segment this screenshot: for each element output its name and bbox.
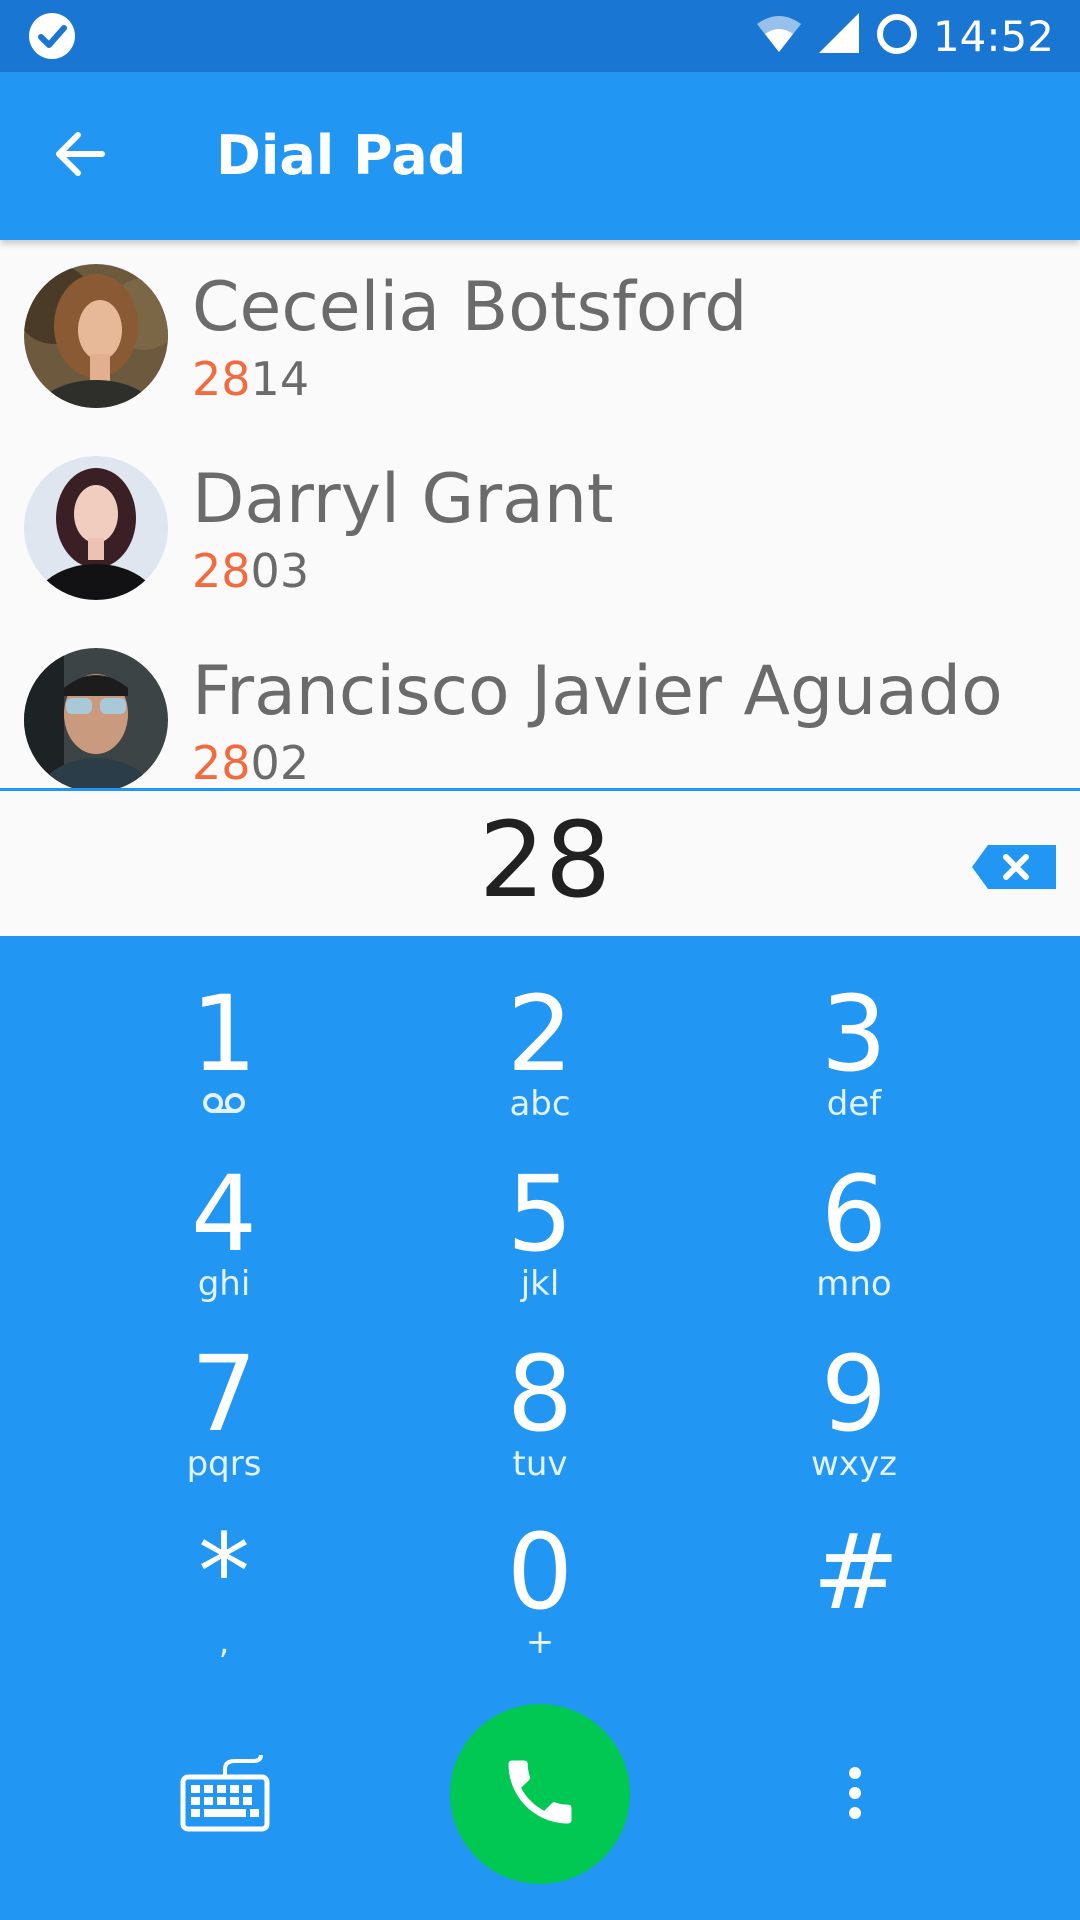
dial-key-6[interactable]: 6 mno bbox=[734, 1158, 974, 1328]
contact-number: 2803 bbox=[192, 544, 309, 598]
contact-name: Francisco Javier Aguado bbox=[192, 652, 1003, 731]
number-match: 28 bbox=[192, 544, 251, 598]
contact-suggestions-list: Cecelia Botsford 2814 Darryl Grant 2803 bbox=[0, 240, 1080, 788]
avatar bbox=[24, 264, 168, 408]
ring-icon bbox=[875, 12, 919, 61]
dial-key-1[interactable]: 1 bbox=[104, 978, 344, 1148]
avatar bbox=[24, 456, 168, 600]
phone-icon bbox=[498, 1750, 582, 1839]
dial-key-star[interactable]: * , bbox=[104, 1516, 344, 1686]
keyboard-icon bbox=[179, 1753, 271, 1838]
more-vert-icon bbox=[845, 1765, 865, 1826]
backspace-icon bbox=[972, 845, 1056, 893]
number-rest: 14 bbox=[250, 352, 310, 406]
contact-number: 2802 bbox=[192, 736, 309, 788]
key-digit: 7 bbox=[190, 1333, 258, 1455]
key-digit: 0 bbox=[506, 1511, 574, 1633]
page-title: Dial Pad bbox=[216, 124, 467, 187]
key-digit: 3 bbox=[820, 973, 888, 1095]
contact-number: 2814 bbox=[192, 352, 309, 406]
dial-key-5[interactable]: 5 jkl bbox=[420, 1158, 660, 1328]
contact-item[interactable]: Cecelia Botsford 2814 bbox=[0, 240, 1080, 432]
app-bar: Dial Pad bbox=[0, 72, 1080, 240]
key-letters: ghi bbox=[197, 1264, 251, 1304]
dial-key-0[interactable]: 0 + bbox=[420, 1516, 660, 1686]
call-button[interactable] bbox=[450, 1704, 630, 1884]
key-letters: def bbox=[826, 1084, 882, 1124]
key-digit: 1 bbox=[190, 973, 258, 1095]
key-digit: 6 bbox=[820, 1153, 888, 1275]
key-letters: jkl bbox=[520, 1264, 560, 1304]
key-digit: 4 bbox=[190, 1153, 258, 1275]
dialed-number-bar: 28 bbox=[0, 788, 1080, 936]
key-digit: # bbox=[812, 1511, 900, 1633]
contact-item[interactable]: Francisco Javier Aguado 2802 bbox=[0, 624, 1080, 788]
number-match: 28 bbox=[192, 736, 251, 788]
check-circle-icon bbox=[28, 12, 76, 65]
dialed-digits[interactable]: 28 bbox=[0, 799, 1080, 921]
dial-key-8[interactable]: 8 tuv bbox=[420, 1338, 660, 1508]
key-letters: wxyz bbox=[811, 1444, 897, 1484]
dial-key-3[interactable]: 3 def bbox=[734, 978, 974, 1148]
key-letters: tuv bbox=[512, 1444, 568, 1484]
number-rest: 02 bbox=[250, 736, 310, 788]
key-digit: 8 bbox=[506, 1333, 574, 1455]
contact-name: Darryl Grant bbox=[192, 460, 614, 539]
dial-key-7[interactable]: 7 pqrs bbox=[104, 1338, 344, 1508]
keyboard-button[interactable] bbox=[170, 1740, 280, 1850]
dial-key-2[interactable]: 2 abc bbox=[420, 978, 660, 1148]
key-letters: mno bbox=[816, 1264, 892, 1304]
cell-signal-icon bbox=[817, 12, 861, 60]
number-rest: 03 bbox=[250, 544, 310, 598]
key-digit: 2 bbox=[506, 973, 574, 1095]
number-match: 28 bbox=[192, 352, 251, 406]
avatar bbox=[24, 648, 168, 788]
status-bar: 14:52 bbox=[0, 0, 1080, 72]
contact-item[interactable]: Darryl Grant 2803 bbox=[0, 432, 1080, 624]
key-letters: + bbox=[525, 1622, 555, 1662]
dial-key-hash[interactable]: # bbox=[736, 1516, 976, 1686]
voicemail-icon bbox=[104, 1084, 344, 1124]
key-letters: , bbox=[218, 1622, 230, 1662]
key-digit: * bbox=[198, 1511, 250, 1633]
arrow-back-icon bbox=[54, 130, 106, 183]
backspace-button[interactable] bbox=[972, 845, 1056, 889]
wifi-icon bbox=[755, 14, 803, 59]
dial-key-9[interactable]: 9 wxyz bbox=[734, 1338, 974, 1508]
contact-name: Cecelia Botsford bbox=[192, 268, 748, 347]
back-button[interactable] bbox=[40, 116, 120, 196]
dial-key-4[interactable]: 4 ghi bbox=[104, 1158, 344, 1328]
key-digit: 5 bbox=[506, 1153, 574, 1275]
key-digit: 9 bbox=[820, 1333, 888, 1455]
status-time: 14:52 bbox=[932, 11, 1054, 61]
more-options-button[interactable] bbox=[810, 1740, 900, 1850]
key-letters: abc bbox=[509, 1084, 571, 1124]
key-letters: pqrs bbox=[186, 1444, 262, 1484]
